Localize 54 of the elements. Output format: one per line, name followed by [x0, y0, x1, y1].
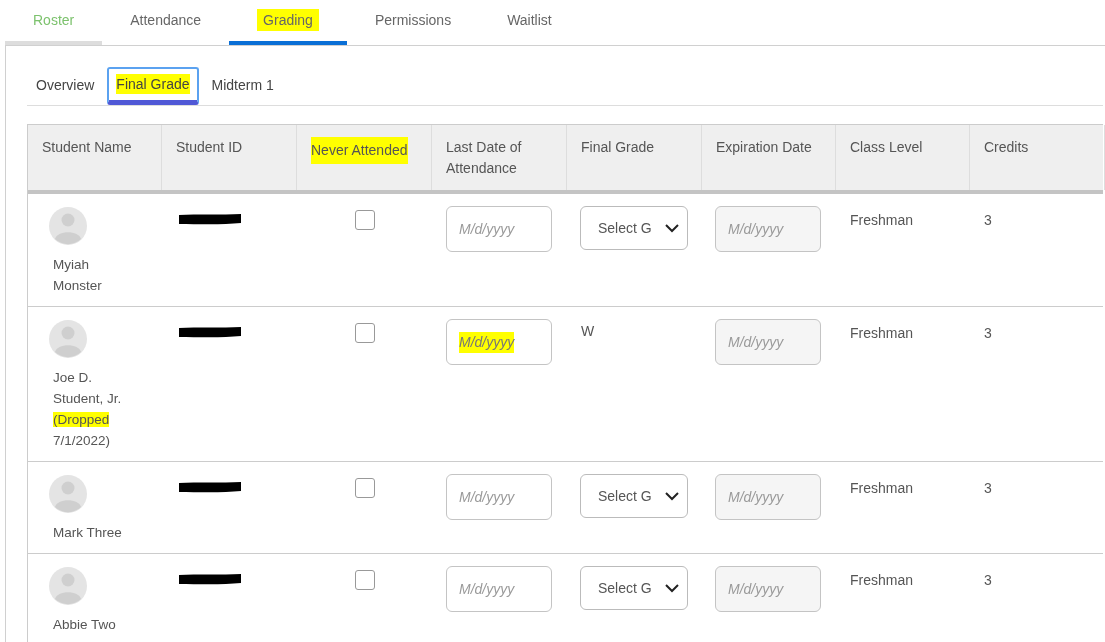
chevron-down-icon: [665, 583, 679, 593]
never-attended-checkbox[interactable]: [354, 570, 375, 590]
chevron-down-icon: [665, 491, 679, 501]
date-placeholder: M/d/yyyy: [459, 219, 515, 239]
date-placeholder: M/d/yyyy: [728, 487, 784, 507]
drop-note: 7/1/2022): [53, 433, 111, 448]
class-level: Freshman: [850, 572, 914, 588]
class-level: Freshman: [850, 480, 914, 496]
date-placeholder: M/d/yyyy: [728, 579, 784, 599]
date-placeholder: M/d/yyyy: [459, 487, 515, 507]
column-header: Student Name: [42, 138, 132, 157]
nav-tab[interactable]: Attendance: [102, 0, 230, 45]
never-attended-checkbox[interactable]: [354, 210, 375, 230]
date-placeholder: M/d/yyyy: [728, 219, 784, 239]
student-name: Abbie Two: [53, 616, 117, 634]
avatar-icon: [48, 474, 88, 514]
avatar-icon: [48, 319, 88, 359]
sub-tab[interactable]: Overview: [27, 66, 104, 105]
column-header: Student ID: [176, 138, 243, 157]
column-header: Credits: [984, 138, 1029, 157]
sub-tab[interactable]: Final Grade: [107, 66, 199, 105]
date-placeholder: M/d/yyyy: [459, 579, 515, 599]
never-attended-checkbox[interactable]: [354, 478, 375, 498]
date-field[interactable]: M/d/yyyy: [446, 566, 552, 612]
date-field[interactable]: M/d/yyyy: [446, 474, 552, 520]
credits: 3: [984, 480, 992, 496]
class-level: Freshman: [850, 212, 914, 228]
chevron-down-icon: [665, 223, 679, 233]
avatar-icon: [48, 566, 88, 606]
sub-tab[interactable]: Midterm 1: [202, 66, 283, 105]
column-header: Never Attended: [311, 137, 408, 164]
date-field[interactable]: M/d/yyyy: [446, 206, 552, 252]
column-header: Expiration Date: [716, 138, 812, 157]
avatar-icon: [48, 206, 88, 246]
drop-note: (Dropped: [53, 412, 110, 427]
nav-tab[interactable]: Grading: [229, 0, 347, 45]
nav-tab[interactable]: Waitlist: [479, 0, 580, 45]
class-level: Freshman: [850, 325, 914, 341]
student-name: Mark Three: [53, 524, 123, 542]
credits: 3: [984, 572, 992, 588]
column-header: Final Grade: [581, 138, 655, 157]
never-attended-checkbox[interactable]: [354, 323, 375, 343]
credits: 3: [984, 212, 992, 228]
grade-select[interactable]: Select G: [580, 474, 688, 518]
credits: 3: [984, 325, 992, 341]
column-header: Class Level: [850, 138, 923, 157]
student-name: Myiah Monster: [53, 256, 103, 295]
grade-select[interactable]: Select G: [580, 566, 688, 610]
nav-tab[interactable]: Permissions: [346, 0, 480, 45]
grade-text: W: [580, 322, 596, 341]
grade-select[interactable]: Select G: [580, 206, 688, 250]
column-header: Last Date of Attendance: [446, 138, 523, 178]
date-placeholder: M/d/yyyy: [728, 332, 784, 352]
student-name: Joe D. Student, Jr.: [53, 369, 123, 408]
